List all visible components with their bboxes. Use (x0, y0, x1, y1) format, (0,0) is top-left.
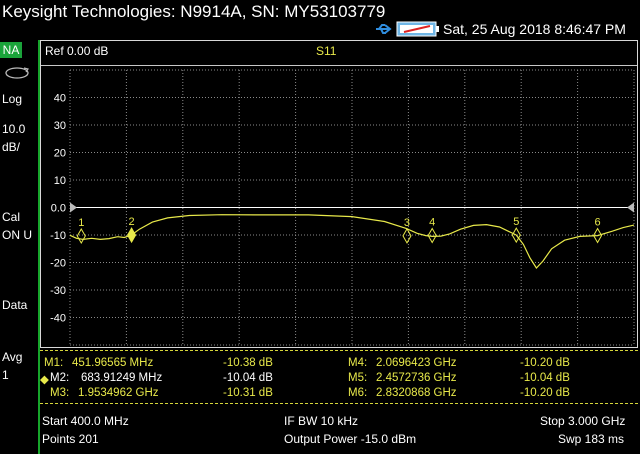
output-power[interactable]: Output Power -15.0 dBm (284, 432, 416, 446)
y-tick-label: 10 (54, 175, 66, 187)
marker-freq: 1.9534962 GHz (78, 387, 159, 399)
marker-freq: 683.91249 MHz (81, 372, 163, 384)
marker-2-label: 2 (129, 216, 135, 228)
points-count[interactable]: Points 201 (42, 432, 99, 446)
active-marker-icon: ◆ (40, 374, 49, 386)
y-tick-label: -10 (50, 230, 66, 242)
marker-label: M1: (44, 357, 64, 369)
y-tick-label: -40 (50, 313, 66, 325)
marker-3-diamond-icon (402, 227, 412, 244)
stop-frequency[interactable]: Stop 3.000 GHz (540, 414, 625, 428)
marker-value: -10.38 dB (223, 357, 273, 369)
marker-row-4[interactable]: M4: (348, 357, 367, 371)
marker-freq: 451.96565 MHz (72, 357, 154, 369)
marker-value: -10.31 dB (223, 387, 273, 399)
y-tick-label: -20 (50, 258, 66, 270)
ref-left-arrow-icon (70, 202, 77, 213)
status-footer: Start 400.0 MHz Points 201 IF BW 10 kHz … (40, 410, 638, 454)
marker-row-6[interactable]: M6: (348, 387, 367, 401)
marker-value: -10.04 dB (223, 372, 273, 384)
marker-row-5[interactable]: M5: (348, 372, 367, 386)
y-tick-label: 30 (54, 120, 66, 132)
marker-2-diamond-icon (127, 227, 137, 244)
marker-row-2[interactable]: M2: (50, 372, 69, 386)
marker-freq: 2.4572736 GHz (376, 372, 457, 384)
marker-value: -10.20 dB (520, 387, 570, 399)
marker-label: M5: (348, 372, 368, 384)
marker-value: -10.04 dB (520, 372, 570, 384)
y-tick-label: 0.0 (51, 203, 66, 215)
marker-label: M6: (348, 387, 368, 399)
marker-label: M2: (50, 372, 70, 384)
marker-row-1[interactable]: M1: (44, 357, 63, 371)
marker-freq: 2.8320868 GHz (376, 387, 457, 399)
y-tick-label: 40 (54, 93, 66, 105)
marker-row-3[interactable]: M3: (50, 387, 69, 401)
marker-label: M4: (348, 357, 368, 369)
marker-freq: 2.0696423 GHz (376, 357, 457, 369)
marker-3-label: 3 (404, 217, 410, 229)
marker-label: M3: (50, 387, 70, 399)
start-frequency[interactable]: Start 400.0 MHz (42, 414, 129, 428)
if-bandwidth[interactable]: IF BW 10 kHz (284, 414, 358, 428)
marker-1-label: 1 (78, 217, 84, 229)
marker-value: -10.20 dB (520, 357, 570, 369)
ref-right-arrow-icon (627, 202, 634, 213)
y-tick-label: -30 (50, 285, 66, 297)
marker-1-diamond-icon (76, 228, 86, 245)
sweep-time[interactable]: Swp 183 ms (558, 432, 624, 446)
y-tick-label: 20 (54, 148, 66, 160)
marker-6-label: 6 (595, 217, 601, 229)
marker-5-label: 5 (513, 216, 519, 228)
marker-table: M1: 451.96565 MHz -10.38 dB ◆ M2: 683.91… (40, 350, 638, 404)
marker-4-label: 4 (429, 217, 435, 229)
